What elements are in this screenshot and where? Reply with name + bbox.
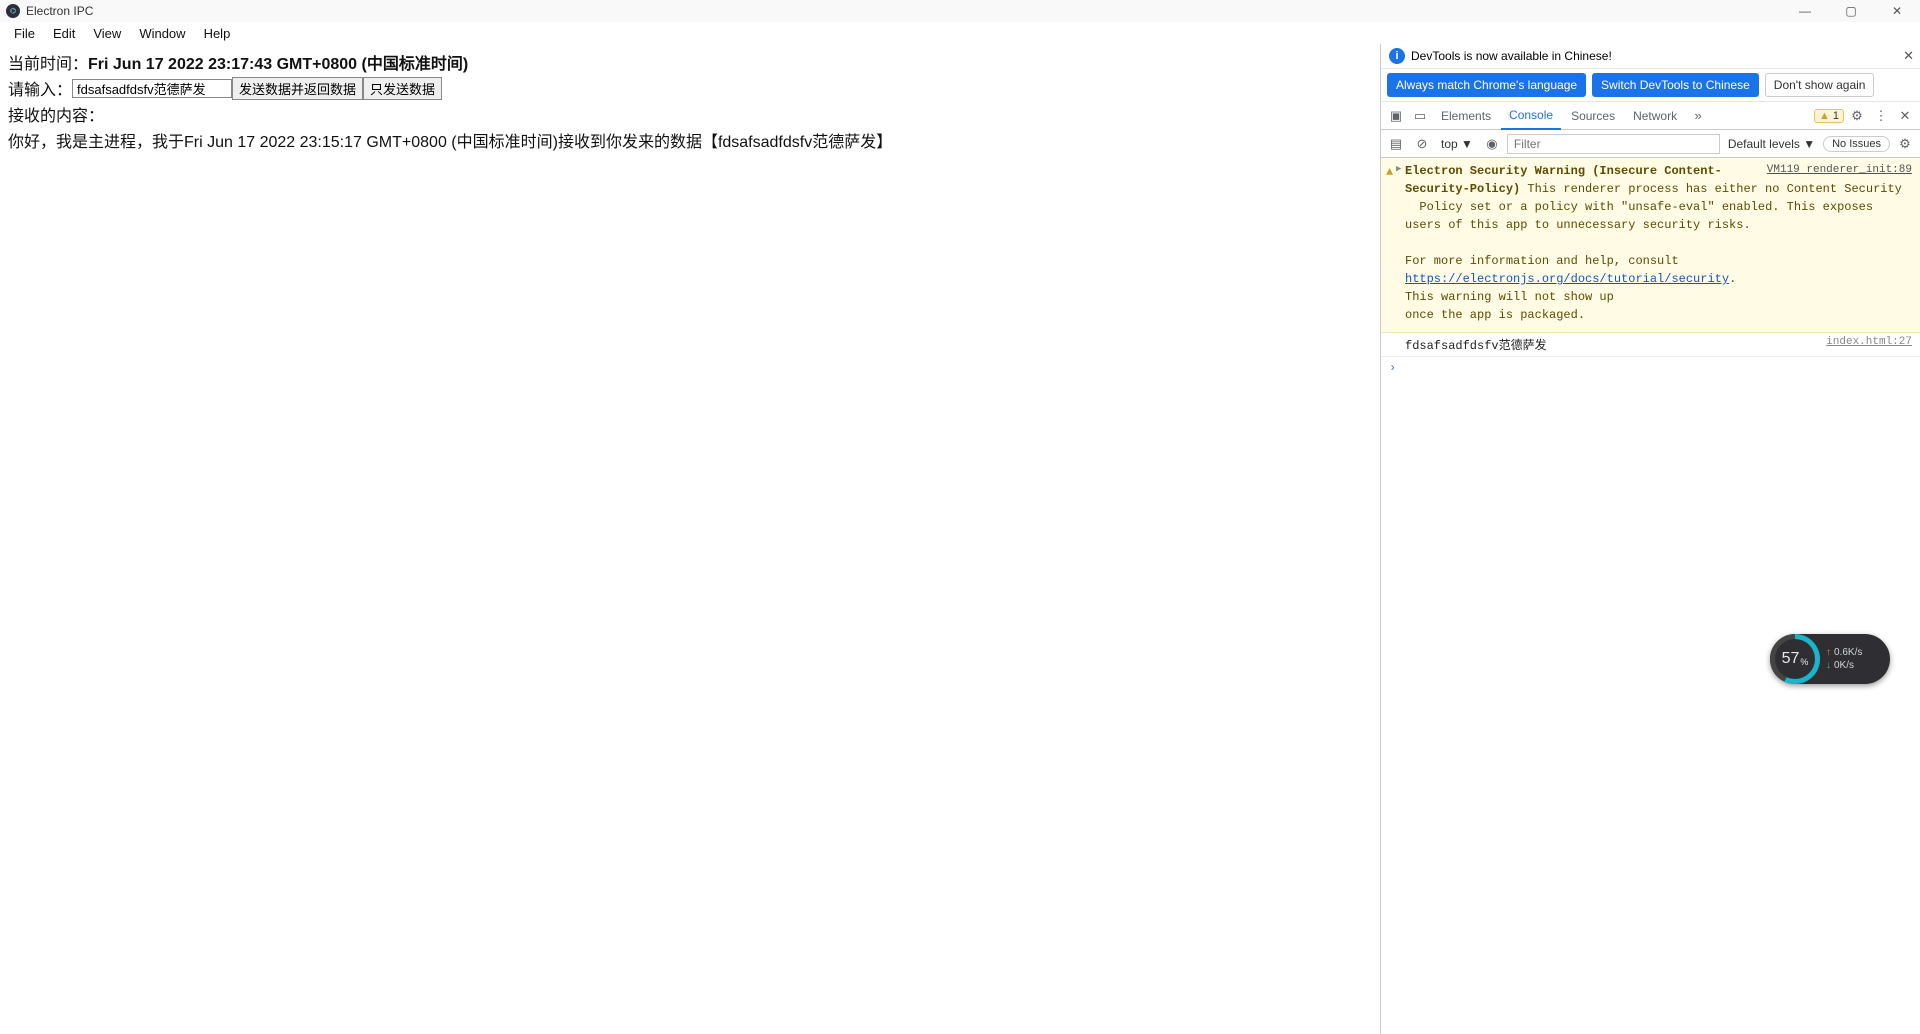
user-text-input[interactable] [72,79,232,98]
console-log-text: fdsafsadfdsfv范德萨发 [1405,336,1547,353]
upload-arrow-icon: ↑ [1826,647,1831,658]
warning-body-2: Policy set or a policy with "unsafe-eval… [1405,200,1873,232]
window-controls: — ▢ ✕ [1782,0,1920,22]
console-settings-gear-icon[interactable]: ⚙ [1894,133,1916,155]
console-log-entry: fdsafsadfdsfv范德萨发 index.html:27 [1381,333,1920,357]
devtools-language-bar: Always match Chrome's language Switch De… [1381,69,1920,102]
console-filter-input[interactable] [1507,134,1720,154]
console-context-selector[interactable]: top ▼ [1437,137,1477,151]
devtools-info-text: DevTools is now available in Chinese! [1411,49,1612,63]
tabs-overflow-icon[interactable]: » [1687,105,1709,127]
menu-window[interactable]: Window [131,24,193,43]
gauge-percent: % [1800,657,1808,667]
devtools-panel: i DevTools is now available in Chinese! … [1380,44,1920,1034]
received-label: 接收的内容： [8,102,104,126]
settings-gear-icon[interactable]: ⚙ [1846,105,1868,127]
console-toolbar: ▤ ⊘ top ▼ ◉ Default levels ▼ No Issues ⚙ [1381,130,1920,158]
tab-console[interactable]: Console [1501,102,1561,130]
menu-edit[interactable]: Edit [45,24,83,43]
window-title: Electron IPC [26,4,93,18]
received-body: 你好，我是主进程，我于Fri Jun 17 2022 23:15:17 GMT+… [8,128,892,152]
gauge-circle: 57 % [1770,634,1820,684]
current-time-label: 当前时间： [8,50,88,74]
device-toolbar-icon[interactable]: ▭ [1409,105,1431,127]
system-gauge-widget[interactable]: 57 % ↑0.6K/s ↓0K/s [1770,634,1890,684]
window-close-button[interactable]: ✕ [1874,0,1920,22]
warning-triangle-icon: ▲ [1386,163,1393,181]
tab-sources[interactable]: Sources [1563,102,1623,130]
dont-show-again-button[interactable]: Don't show again [1765,73,1875,97]
devtools-tabs: ▣ ▭ Elements Console Sources Network » ▲… [1381,102,1920,130]
current-time-value: Fri Jun 17 2022 23:17:43 GMT+0800 (中国标准时… [88,50,468,74]
window-minimize-button[interactable]: — [1782,0,1828,22]
issues-pill[interactable]: No Issues [1823,136,1890,152]
always-match-language-button[interactable]: Always match Chrome's language [1387,73,1586,97]
live-expression-eye-icon[interactable]: ◉ [1481,133,1503,155]
warning-source-link[interactable]: VM119 renderer_init:89 [1767,162,1912,179]
menubar: File Edit View Window Help [0,22,1920,44]
gauge-value: 57 [1782,650,1800,668]
upload-speed: 0.6K/s [1834,647,1862,658]
console-log-source-link[interactable]: index.html:27 [1826,336,1912,353]
input-label: 请输入： [8,76,72,100]
console-prompt[interactable]: › [1381,357,1920,379]
warning-count: 1 [1833,110,1839,122]
tab-network[interactable]: Network [1625,102,1685,130]
menu-view[interactable]: View [85,24,129,43]
inspect-icon[interactable]: ▣ [1385,105,1407,127]
warning-more-label: For more information and help, consult [1405,254,1679,268]
app-icon: ⌬ [6,4,20,18]
info-icon: i [1389,48,1405,64]
menu-file[interactable]: File [6,24,43,43]
tab-elements[interactable]: Elements [1433,102,1499,130]
devtools-infobar: i DevTools is now available in Chinese! … [1381,44,1920,69]
clear-console-icon[interactable]: ⊘ [1411,133,1433,155]
warning-body-4: once the app is packaged. [1405,308,1585,322]
console-sidebar-toggle-icon[interactable]: ▤ [1385,133,1407,155]
warning-icon: ▲ [1819,110,1830,122]
warning-count-pill[interactable]: ▲ 1 [1814,109,1844,123]
menu-help[interactable]: Help [196,24,239,43]
send-only-button[interactable]: 只发送数据 [363,77,442,100]
warning-doc-link[interactable]: https://electronjs.org/docs/tutorial/sec… [1405,272,1729,286]
console-output: ▲ ▶ VM119 renderer_init:89 Electron Secu… [1381,158,1920,1034]
gauge-stats: ↑0.6K/s ↓0K/s [1826,647,1862,671]
page-content: 当前时间： Fri Jun 17 2022 23:17:43 GMT+0800 … [0,44,1380,1034]
download-arrow-icon: ↓ [1826,660,1831,671]
devtools-close-icon[interactable]: ✕ [1894,105,1916,127]
more-vert-icon[interactable]: ⋮ [1870,105,1892,127]
window-maximize-button[interactable]: ▢ [1828,0,1874,22]
switch-to-chinese-button[interactable]: Switch DevTools to Chinese [1592,73,1759,97]
titlebar: ⌬ Electron IPC — ▢ ✕ [0,0,1920,22]
log-levels-selector[interactable]: Default levels ▼ [1724,137,1819,151]
warning-body-3: This warning will not show up [1405,290,1614,304]
send-and-return-button[interactable]: 发送数据并返回数据 [232,77,363,100]
console-warning-entry: ▲ ▶ VM119 renderer_init:89 Electron Secu… [1381,158,1920,333]
expand-arrow-icon[interactable]: ▶ [1396,163,1401,177]
infobar-close-icon[interactable]: ✕ [1903,48,1914,64]
download-speed: 0K/s [1834,660,1854,671]
